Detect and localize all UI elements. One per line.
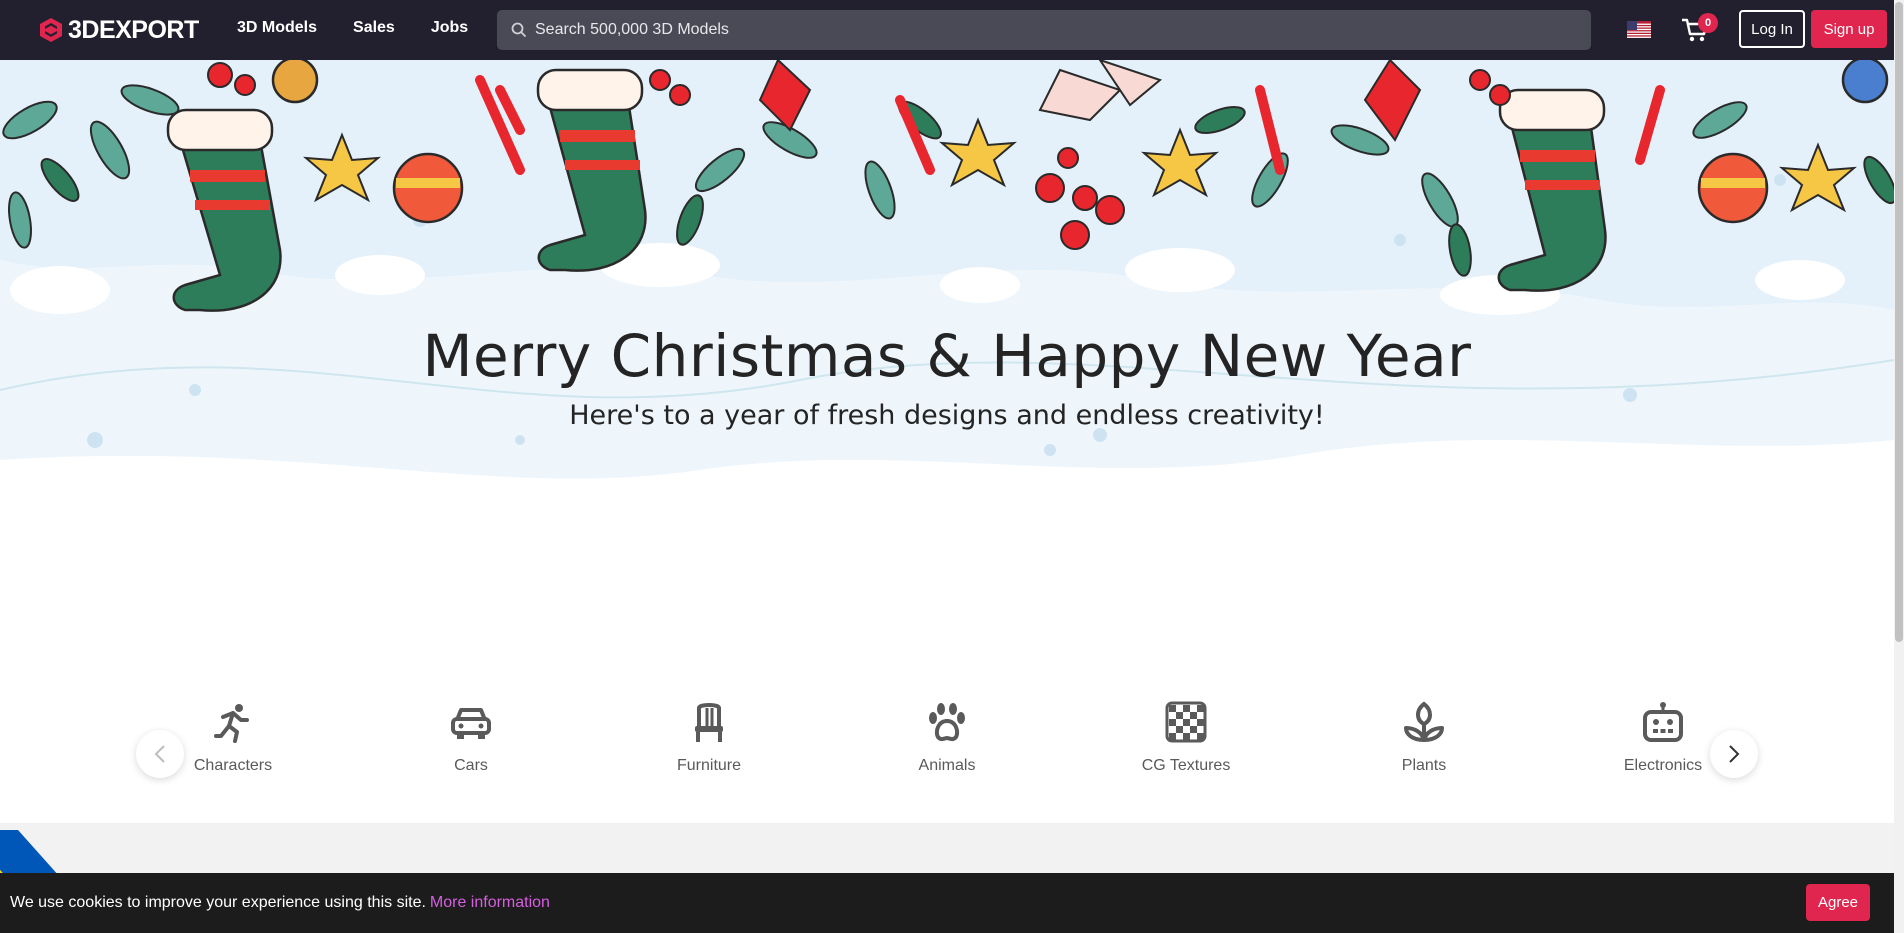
chair-icon: [695, 703, 723, 742]
cookie-more-info-link[interactable]: More information: [430, 894, 550, 912]
category-label: Characters: [193, 757, 273, 774]
search-bar: [497, 10, 1591, 50]
search-input[interactable]: [535, 21, 1591, 39]
category-carousel: Characters Cars Furniture Animals CG Tex…: [0, 660, 1894, 823]
cookie-agree-button[interactable]: Agree: [1806, 884, 1870, 921]
banner-title: Merry Christmas & Happy New Year: [422, 322, 1472, 390]
category-cars[interactable]: Cars: [391, 700, 551, 775]
page-scrollbar[interactable]: [1894, 0, 1904, 933]
logo-icon: [40, 18, 62, 42]
category-label: CG Textures: [1141, 757, 1231, 774]
banner-subtitle: Here's to a year of fresh designs and en…: [569, 400, 1325, 431]
cart-count-badge: 0: [1698, 13, 1718, 33]
holiday-banner[interactable]: Merry Christmas & Happy New Year Here's …: [0, 60, 1894, 660]
nav-sales[interactable]: Sales: [353, 19, 395, 37]
category-label: Animals: [918, 757, 976, 774]
main-nav: 3D Models Sales Jobs: [237, 19, 504, 37]
top-navbar: 3DEXPORT 3D Models Sales Jobs Search 500…: [0, 0, 1894, 60]
running-person-icon: [214, 704, 249, 743]
category-cg-textures[interactable]: CG Textures: [1106, 700, 1266, 775]
paw-icon: [929, 703, 965, 742]
cookie-message: We use cookies to improve your experienc…: [10, 894, 426, 911]
us-flag-icon[interactable]: [1627, 21, 1651, 38]
logo-text: 3DEXPORT: [68, 15, 199, 44]
car-icon: [451, 708, 491, 739]
category-label: Cars: [454, 757, 488, 774]
nav-3d-models[interactable]: 3D Models: [237, 19, 317, 37]
carousel-next-button[interactable]: [1710, 730, 1758, 778]
checkerboard-icon: [1165, 701, 1207, 743]
plant-icon: [1404, 701, 1444, 742]
cookie-consent-bar: We use cookies to improve your experienc…: [0, 873, 1894, 933]
login-button[interactable]: Log In: [1739, 10, 1805, 48]
category-label: Plants: [1401, 757, 1447, 774]
page: 3DEXPORT 3D Models Sales Jobs Search 500…: [0, 0, 1904, 933]
site-logo[interactable]: 3DEXPORT: [38, 15, 199, 45]
scrollbar-thumb[interactable]: [1895, 2, 1903, 642]
nav-jobs[interactable]: Jobs: [431, 19, 468, 37]
robot-icon: [1643, 702, 1683, 742]
chevron-right-icon: [1729, 745, 1740, 763]
search-icon: [511, 22, 527, 38]
category-plants[interactable]: Plants: [1344, 700, 1504, 775]
category-animals[interactable]: Animals: [867, 700, 1027, 775]
signup-button[interactable]: Sign up: [1811, 10, 1887, 48]
category-characters[interactable]: Characters: [153, 700, 313, 775]
category-furniture[interactable]: Furniture: [629, 700, 789, 775]
category-label: Furniture: [676, 757, 742, 774]
